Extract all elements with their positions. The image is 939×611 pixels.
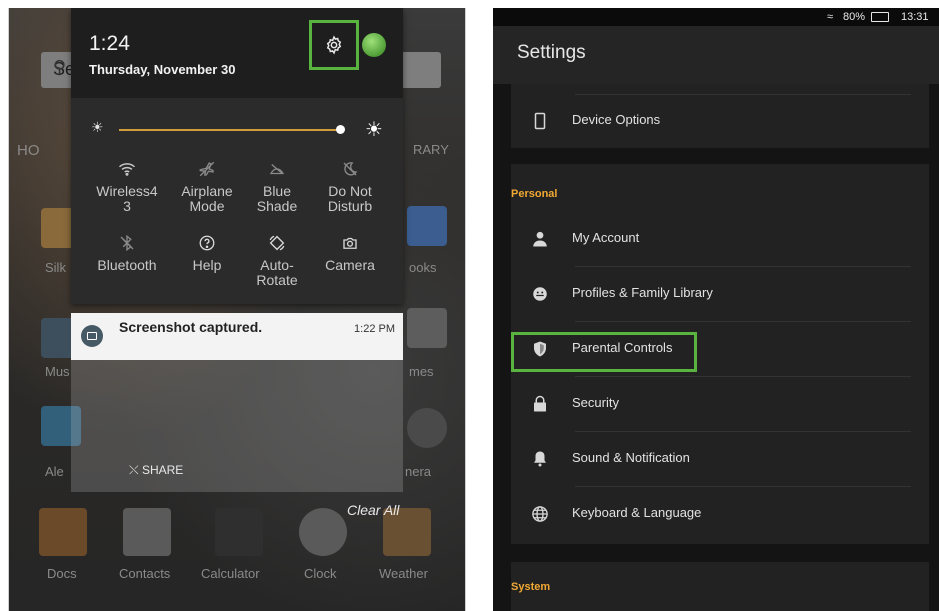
tile-wireless[interactable]: Wireless4 3 <box>87 158 167 214</box>
tile-label: Blue Shade <box>256 183 298 214</box>
row-security[interactable]: Security <box>511 377 929 432</box>
tile-auto-rotate[interactable]: Auto- Rotate <box>237 232 317 288</box>
home-tab[interactable]: HO <box>17 142 40 159</box>
tile-airplane-mode[interactable]: Airplane Mode <box>167 158 247 214</box>
row-keyboard-language[interactable]: Keyboard & Language <box>511 487 929 542</box>
profiles-icon <box>533 287 547 301</box>
brightness-knob[interactable] <box>335 125 345 134</box>
quick-settings-header: 1:24 Thursday, November 30 <box>71 8 403 98</box>
device-icon <box>534 112 546 130</box>
page-title: Settings <box>517 42 586 63</box>
app-label-music: Mus <box>45 364 70 379</box>
status-time: 13:31 <box>901 11 929 23</box>
tile-help[interactable]: Help <box>167 232 247 273</box>
auto-rotate-icon <box>269 235 285 251</box>
parental-controls-highlight <box>511 332 697 372</box>
do-not-disturb-icon <box>343 162 358 176</box>
help-icon <box>199 235 215 251</box>
brightness-slider[interactable]: ☀ ☀ <box>91 117 387 141</box>
books-app-icon[interactable] <box>407 206 447 246</box>
airplane-icon <box>199 161 215 177</box>
notification-title: Screenshot captured. <box>119 319 263 335</box>
row-sound-notification[interactable]: Sound & Notification <box>511 432 929 487</box>
row-label: Security <box>572 395 619 410</box>
profile-avatar[interactable] <box>362 33 386 57</box>
dock-label-docs: Docs <box>47 566 77 581</box>
tile-camera[interactable]: Camera <box>310 232 390 273</box>
person-icon <box>533 231 547 247</box>
dock-label-weather: Weather <box>379 566 428 581</box>
camera-app-icon[interactable] <box>407 408 447 448</box>
tile-label: Auto- Rotate <box>256 257 298 288</box>
row-profiles-family-library[interactable]: Profiles & Family Library <box>511 267 929 322</box>
docs-app-icon[interactable] <box>39 508 87 556</box>
row-label: Keyboard & Language <box>572 505 702 520</box>
row-my-account[interactable]: My Account <box>511 212 929 267</box>
brightness-high-icon: ☀ <box>365 117 383 141</box>
tile-label: Camera <box>325 257 375 273</box>
dock-label-contacts: Contacts <box>119 566 171 581</box>
dock-label-calculator: Calculator <box>201 566 260 581</box>
app-label-silk: Silk <box>45 260 66 275</box>
quick-settings-panel: 1:24 Thursday, November 30 ☀ ☀ Wireless4… <box>71 8 403 304</box>
row-device-options[interactable]: Device Options <box>511 94 929 149</box>
settings-card-system <box>511 562 929 611</box>
contacts-app-icon[interactable] <box>123 508 171 556</box>
app-label-games: mes <box>409 364 434 379</box>
blue-shade-icon <box>269 163 285 175</box>
row-label: Profiles & Family Library <box>572 285 713 300</box>
share-label: SHARE <box>141 463 184 477</box>
section-header-personal: Personal <box>511 188 558 200</box>
share-icon: ⤬ <box>129 463 139 477</box>
row-label: Sound & Notification <box>572 450 690 465</box>
tile-bluetooth[interactable]: Bluetooth <box>87 232 167 273</box>
wifi-status-icon: ≈ <box>827 11 834 23</box>
settings-gear-button[interactable] <box>309 20 359 70</box>
wifi-icon <box>119 163 135 176</box>
settings-screen: ≈ 80% 13:31 Settings Device Options Pers… <box>493 8 939 611</box>
brightness-low-icon: ☀ <box>91 120 104 136</box>
tile-label: Wireless4 3 <box>96 183 158 214</box>
fire-home-screen: Se ⚲ HO RARY Silk ooks Mus mes Ale nera … <box>8 8 466 611</box>
gear-icon <box>326 35 342 55</box>
screenshot-icon <box>81 325 103 347</box>
status-bar: ≈ 80% 13:31 <box>493 8 939 26</box>
tile-blue-shade[interactable]: Blue Shade <box>237 158 317 214</box>
row-label: Device Options <box>572 112 661 127</box>
app-label-books: ooks <box>409 260 437 275</box>
screenshot-notification[interactable]: Screenshot captured. 1:22 PM <box>71 313 403 360</box>
battery-icon <box>871 12 889 22</box>
settings-app-bar: Settings <box>493 26 939 84</box>
share-button[interactable]: ⤬ SHARE <box>129 463 183 478</box>
library-tab[interactable]: RARY <box>413 142 449 157</box>
clear-all-button[interactable]: Clear All <box>347 502 399 518</box>
screenshot-preview[interactable] <box>71 360 403 492</box>
settings-card-device: Device Options <box>511 84 929 148</box>
section-header-system: System <box>511 581 551 593</box>
tile-label: Help <box>192 257 222 273</box>
games-app-icon[interactable] <box>407 308 447 348</box>
app-label-alexa: Ale <box>45 464 64 479</box>
globe-icon <box>532 506 548 522</box>
brightness-track[interactable] <box>119 129 340 131</box>
tile-do-not-disturb[interactable]: Do Not Disturb <box>310 158 390 214</box>
clock-time: 1:24 <box>89 32 130 55</box>
row-label: My Account <box>572 230 640 245</box>
lock-icon <box>534 395 546 412</box>
clock-app-icon[interactable] <box>299 508 347 556</box>
dock-label-clock: Clock <box>304 566 337 581</box>
calculator-app-icon[interactable] <box>215 508 263 556</box>
camera-icon <box>343 237 357 249</box>
tile-label: Airplane Mode <box>181 183 233 214</box>
bluetooth-icon <box>120 234 134 252</box>
tile-label: Do Not Disturb <box>327 183 373 214</box>
app-label-camera: nera <box>405 464 432 479</box>
battery-percent: 80% <box>843 11 866 23</box>
notification-time: 1:22 PM <box>354 323 395 335</box>
bell-icon <box>534 451 546 467</box>
clock-date: Thursday, November 30 <box>89 62 236 77</box>
tile-label: Bluetooth <box>97 257 157 273</box>
